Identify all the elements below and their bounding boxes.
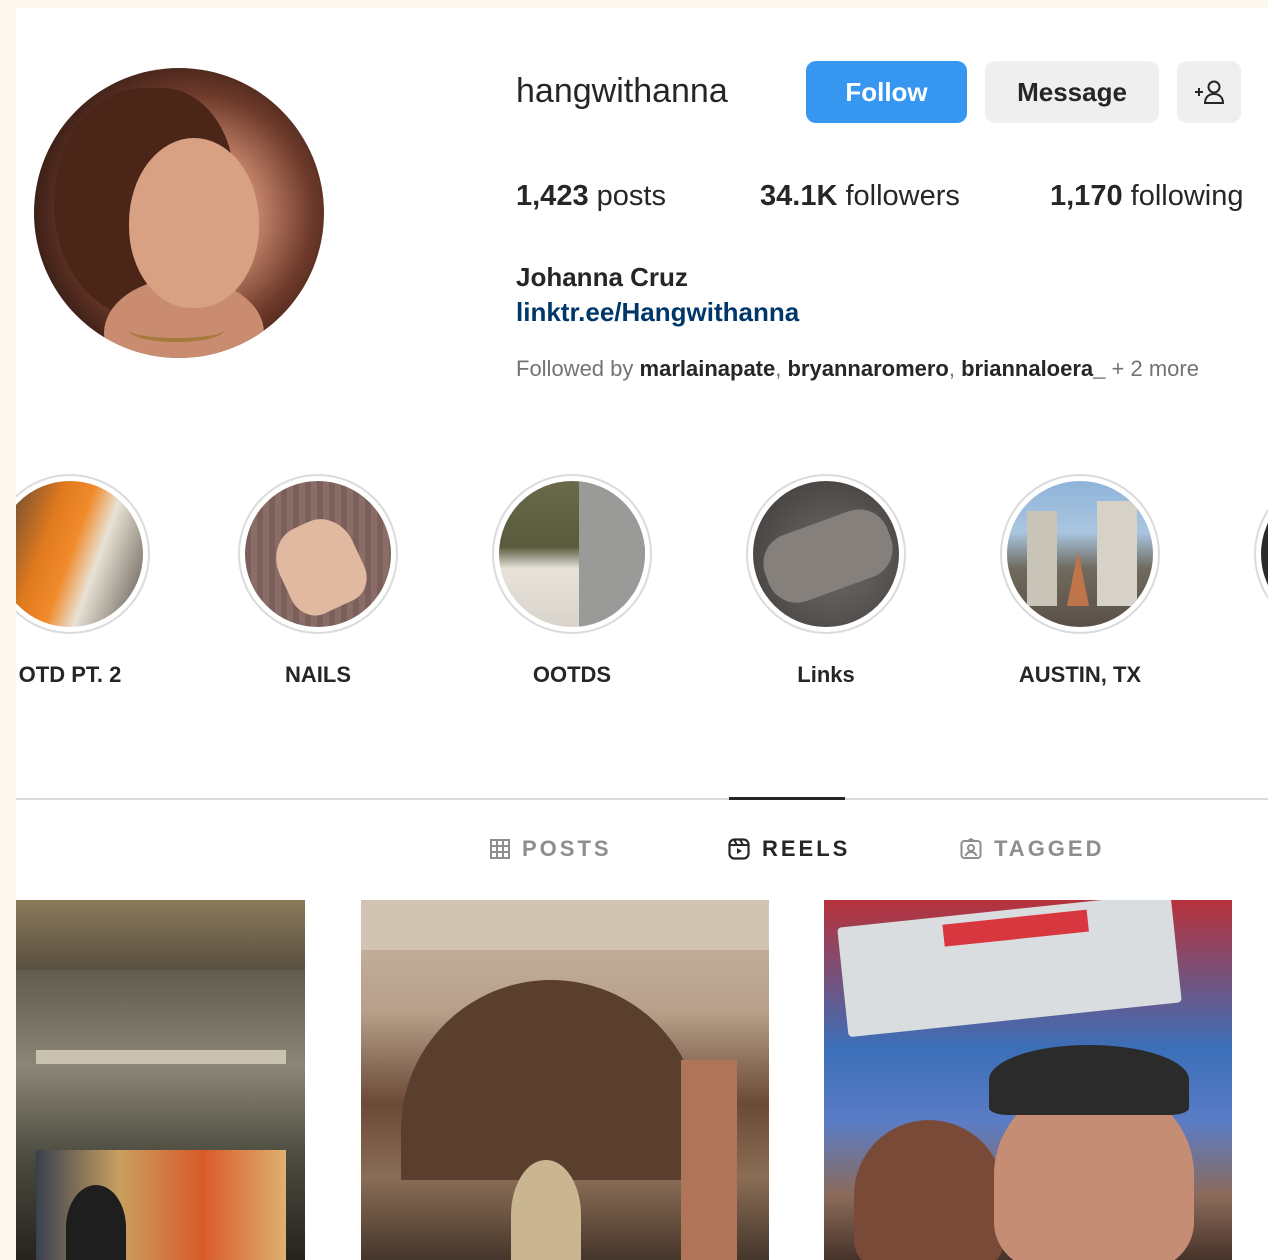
- profile-avatar[interactable]: [34, 68, 324, 358]
- tabs-divider: [16, 798, 1268, 800]
- tab-posts[interactable]: POSTS: [490, 836, 612, 862]
- reels-icon: [728, 838, 750, 860]
- reel-tile[interactable]: [16, 900, 305, 1260]
- followed-by-prefix: Followed by: [516, 356, 634, 381]
- highlight-cover: [753, 481, 899, 627]
- profile-link[interactable]: linktr.ee/Hangwithanna: [516, 297, 799, 328]
- posts-label: posts: [596, 180, 666, 212]
- reel-tile[interactable]: [824, 900, 1232, 1260]
- follow-button[interactable]: Follow: [806, 61, 967, 123]
- highlight-cover: [1261, 481, 1268, 627]
- highlight-cover: [245, 481, 391, 627]
- grid-icon: [490, 839, 510, 859]
- highlight-label: AUSTIN, TX: [1018, 662, 1142, 687]
- followed-by-user[interactable]: briannaloera_: [961, 356, 1105, 381]
- tab-label: TAGGED: [994, 836, 1105, 861]
- tab-tagged[interactable]: TAGGED: [960, 836, 1104, 862]
- following-label: following: [1130, 180, 1244, 212]
- highlight-label: OTD PT. 2: [18, 662, 122, 687]
- tab-label: POSTS: [522, 836, 612, 861]
- followers-stat[interactable]: 34.1K followers: [760, 180, 960, 213]
- highlight-cover: [1007, 481, 1153, 627]
- tab-label: REELS: [762, 836, 851, 861]
- reel-tile[interactable]: [361, 900, 769, 1260]
- safety-sign: [837, 900, 1182, 1038]
- add-user-icon: [1195, 80, 1225, 104]
- highlight-label: NAILS: [285, 662, 351, 687]
- profile-page: hangwithanna Follow Message 1,423 posts …: [16, 8, 1268, 1260]
- profile-username: hangwithanna: [516, 72, 728, 110]
- profile-full-name: Johanna Cruz: [516, 262, 688, 292]
- avatar-face: [129, 138, 259, 308]
- followers-count: 34.1K: [760, 180, 838, 212]
- following-count: 1,170: [1050, 180, 1123, 212]
- highlight-cover: [499, 481, 645, 627]
- highlight-label: Links: [797, 662, 855, 687]
- posts-count: 1,423: [516, 180, 589, 212]
- followed-by-user[interactable]: bryannaromero: [787, 356, 948, 381]
- tab-reels[interactable]: REELS: [728, 836, 850, 862]
- following-stat[interactable]: 1,170 following: [1050, 180, 1243, 213]
- followed-by[interactable]: Followed by marlainapate, bryannaromero,…: [516, 356, 1199, 382]
- posts-stat: 1,423 posts: [516, 180, 666, 213]
- followers-label: followers: [845, 180, 960, 212]
- highlight-label: OOTDS: [532, 662, 612, 687]
- followed-by-user[interactable]: marlainapate: [640, 356, 776, 381]
- message-button[interactable]: Message: [985, 61, 1159, 123]
- followed-by-more[interactable]: + 2 more: [1112, 356, 1199, 381]
- tagged-icon: [960, 838, 982, 859]
- profile-stats: 1,423 posts 34.1K followers 1,170 follow…: [516, 180, 1268, 220]
- suggest-user-button[interactable]: [1177, 61, 1241, 123]
- avatar-necklace: [129, 318, 224, 342]
- active-tab-indicator: [729, 797, 845, 800]
